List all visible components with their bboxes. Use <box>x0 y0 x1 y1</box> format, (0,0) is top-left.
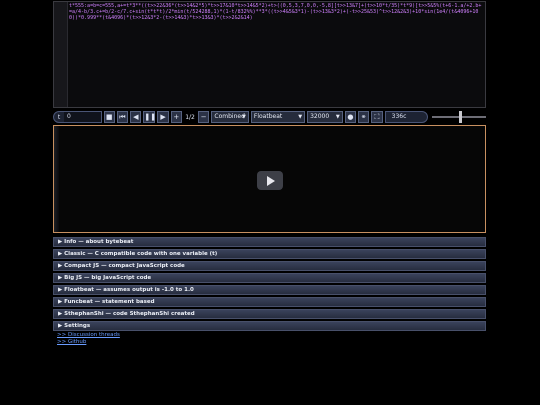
rate-display: 336c <box>384 111 428 123</box>
github-link[interactable]: >> Github <box>57 339 120 346</box>
skip-back-icon: ⏮ <box>119 113 126 121</box>
speed-up-button[interactable]: + <box>170 111 182 123</box>
volume-slider[interactable] <box>431 111 486 123</box>
fullscreen-button[interactable]: ⛶ <box>371 111 383 123</box>
section-header[interactable]: ▶ SthephanShi — code SthephanShi created <box>53 309 486 319</box>
play-button[interactable] <box>257 171 283 190</box>
plus-icon: + <box>173 113 180 121</box>
time-field[interactable]: t 0 <box>53 111 102 123</box>
minus-icon: − <box>200 113 207 121</box>
stop-button[interactable]: ■ <box>103 111 115 123</box>
rewind-button[interactable]: ◀ <box>130 111 142 123</box>
restart-button[interactable]: ⏮ <box>116 111 129 123</box>
speed-divisor: 1/2 <box>185 113 195 121</box>
mode-select[interactable]: Combined ▼ <box>211 111 249 123</box>
sample-rate-value: 32000 <box>310 113 330 120</box>
section-header[interactable]: ▶ Compact JS — compact JavaScript code <box>53 261 486 271</box>
section-list: ▶ Info — about bytebeat ▶ Classic — C com… <box>53 237 486 333</box>
section-header[interactable]: ▶ Funcbeat — statement based <box>53 297 486 307</box>
chevron-down-icon: ▼ <box>298 114 303 120</box>
forward-icon: ▶ <box>160 113 166 121</box>
pause-icon: ❚❚ <box>144 113 157 121</box>
canvas-edge <box>54 126 59 232</box>
beat-type-select[interactable]: Floatbeat ▼ <box>250 111 306 123</box>
link-icon: ⚭ <box>360 113 367 121</box>
waveform-canvas[interactable] <box>53 125 486 233</box>
mode-value: Combined <box>214 113 245 120</box>
rewind-icon: ◀ <box>133 113 139 121</box>
section-header[interactable]: ▶ Classic — C compatible code with one v… <box>53 249 486 259</box>
section-header[interactable]: ▶ Big JS — big JavaScript code <box>53 273 486 283</box>
speed-down-button[interactable]: − <box>198 111 210 123</box>
volume-thumb[interactable] <box>459 111 463 123</box>
links: >> Discussion threads >> Github <box>57 332 120 346</box>
section-header[interactable]: ▶ Floatbeat — assumes output is -1.0 to … <box>53 285 486 295</box>
control-bar: t 0 ■ ⏮ ◀ ❚❚ ▶ + 1/2 − Combined ▼ Floatbe… <box>53 110 486 124</box>
chevron-down-icon: ▼ <box>242 114 246 120</box>
sample-rate-select[interactable]: 32000 ▼ <box>307 111 343 123</box>
time-label: t <box>57 113 61 121</box>
chevron-down-icon: ▼ <box>335 114 340 120</box>
fullscreen-icon: ⛶ <box>374 113 380 121</box>
code-editor[interactable]: t*555:a=b=c=555,a+=t*3**((t>>22&36*(t>>1… <box>53 1 486 108</box>
share-link-button[interactable]: ⚭ <box>358 111 370 123</box>
section-header[interactable]: ▶ Info — about bytebeat <box>53 237 486 247</box>
forward-button[interactable]: ▶ <box>157 111 169 123</box>
record-button[interactable]: ● <box>344 111 357 123</box>
code-text[interactable]: t*555:a=b=c=555,a+=t*3**((t>>22&36*(t>>1… <box>69 3 482 21</box>
discussion-threads-link[interactable]: >> Discussion threads <box>57 332 120 339</box>
time-input[interactable]: 0 <box>64 112 101 122</box>
section-header[interactable]: ▶ Settings <box>53 321 486 331</box>
record-icon: ● <box>347 113 354 121</box>
stop-icon: ■ <box>105 113 113 121</box>
editor-gutter <box>54 2 68 107</box>
beat-type-value: Floatbeat <box>253 113 283 120</box>
pause-button[interactable]: ❚❚ <box>143 111 157 123</box>
